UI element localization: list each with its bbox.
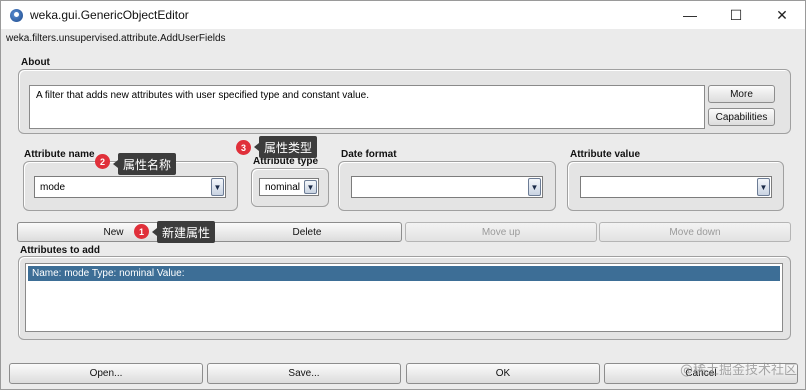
window-title: weka.gui.GenericObjectEditor xyxy=(30,8,189,22)
annotation-badge-1: 1 xyxy=(134,224,149,239)
filter-class-name: weka.filters.unsupervised.attribute.AddU… xyxy=(6,33,226,44)
more-button[interactable]: More xyxy=(708,85,775,103)
annotation-callout-attr-type: 属性类型 xyxy=(253,136,318,158)
maximize-button[interactable]: ☐ xyxy=(713,1,759,29)
move-down-button[interactable]: Move down xyxy=(599,222,791,242)
save-button[interactable]: Save... xyxy=(207,363,401,384)
open-button[interactable]: Open... xyxy=(9,363,203,384)
ok-button[interactable]: OK xyxy=(406,363,600,384)
annotation-callout-attr-name: 属性名称 xyxy=(112,153,177,175)
minimize-button[interactable]: — xyxy=(667,1,713,29)
list-item[interactable]: Name: mode Type: nominal Value: xyxy=(28,266,780,281)
attributes-list[interactable]: Name: mode Type: nominal Value: xyxy=(25,263,783,332)
title-bar: weka.gui.GenericObjectEditor — ☐ ✕ xyxy=(1,1,805,29)
attributes-to-add-label: Attributes to add xyxy=(20,245,100,256)
annotation-badge-2: 2 xyxy=(95,154,110,169)
attribute-name-label: Attribute name xyxy=(24,149,95,160)
attribute-type-value: nominal xyxy=(265,181,301,193)
date-format-label: Date format xyxy=(341,149,397,160)
watermark: @稀土掘金技术社区 xyxy=(679,363,797,378)
capabilities-button[interactable]: Capabilities xyxy=(708,108,775,126)
chevron-down-icon[interactable]: ▼ xyxy=(211,178,224,196)
close-button[interactable]: ✕ xyxy=(759,1,805,29)
window-controls: — ☐ ✕ xyxy=(667,1,805,29)
chevron-down-icon[interactable]: ▼ xyxy=(304,180,317,194)
java-app-icon xyxy=(10,8,23,22)
date-format-combo[interactable]: ▼ xyxy=(351,176,543,198)
about-text: A filter that adds new attributes with u… xyxy=(29,85,705,129)
generic-object-editor-window: weka.gui.GenericObjectEditor — ☐ ✕ weka.… xyxy=(0,0,806,390)
attribute-type-combo[interactable]: nominal ▼ xyxy=(259,178,319,196)
annotation-callout-new-attr: 新建属性 xyxy=(151,221,216,243)
delete-button[interactable]: Delete xyxy=(212,222,402,242)
annotation-badge-3: 3 xyxy=(236,140,251,155)
move-up-button[interactable]: Move up xyxy=(405,222,597,242)
attribute-value-combo[interactable]: ▼ xyxy=(580,176,772,198)
attribute-value-label: Attribute value xyxy=(570,149,641,160)
attribute-name-combo[interactable]: mode ▼ xyxy=(34,176,226,198)
attribute-name-value: mode xyxy=(40,181,66,193)
chevron-down-icon[interactable]: ▼ xyxy=(528,178,541,196)
about-label: About xyxy=(21,57,50,68)
chevron-down-icon[interactable]: ▼ xyxy=(757,178,770,196)
